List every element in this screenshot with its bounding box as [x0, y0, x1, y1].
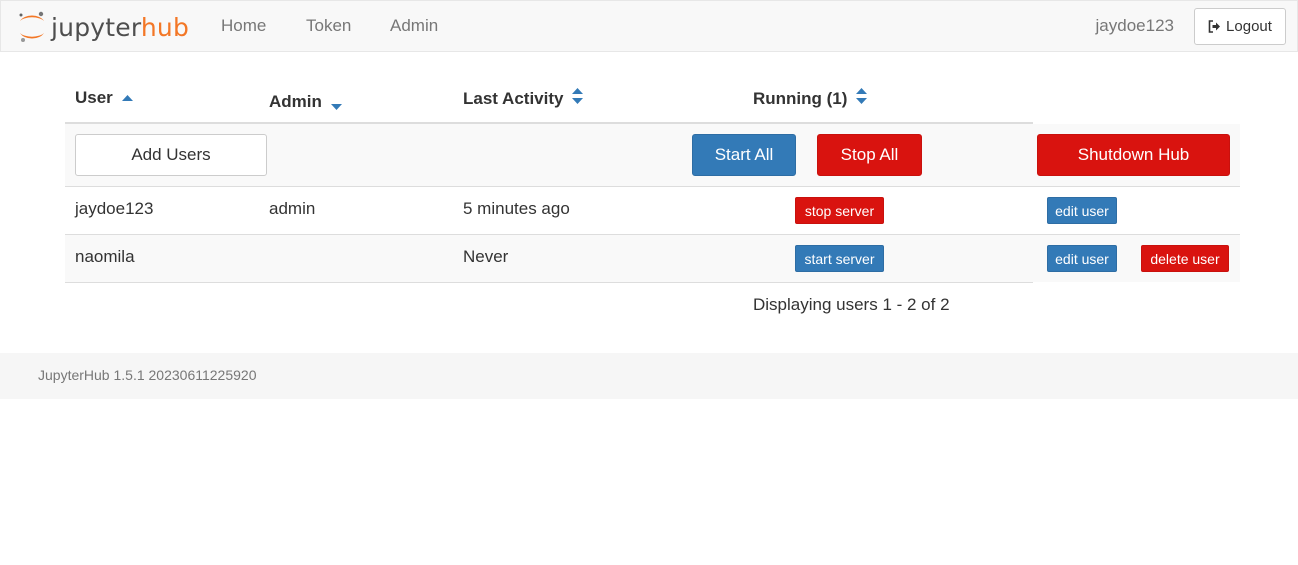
nav-link-admin[interactable]: Admin — [390, 16, 438, 36]
sort-both-icon — [572, 88, 584, 109]
last-activity-cell: Never — [463, 247, 509, 266]
last-activity-cell: 5 minutes ago — [463, 199, 570, 218]
column-header-admin-label: Admin — [269, 92, 322, 111]
sort-both-icon — [856, 88, 868, 109]
admin-cell: admin — [269, 199, 316, 218]
edit-user-button[interactable]: edit user — [1047, 245, 1117, 272]
brand-logo-link[interactable]: jupyterhub — [17, 9, 189, 45]
row-divider — [65, 282, 1033, 283]
column-header-user[interactable]: User — [75, 88, 133, 108]
edit-user-button[interactable]: edit user — [1047, 197, 1117, 224]
sort-up-icon — [121, 88, 133, 108]
pagination-status: Displaying users 1 - 2 of 2 — [753, 295, 950, 314]
logout-button[interactable]: Logout — [1194, 8, 1286, 45]
stop-all-button[interactable]: Stop All — [817, 134, 922, 176]
sort-down-icon — [330, 96, 342, 116]
brand-name-jupyter: jupyter — [51, 12, 141, 42]
version-text: JupyterHub 1.5.1 20230611225920 — [38, 367, 257, 383]
column-header-running-label: Running (1) — [753, 88, 848, 108]
user-name-cell: jaydoe123 — [75, 199, 154, 218]
column-header-running[interactable]: Running (1) — [753, 88, 868, 109]
footer: JupyterHub 1.5.1 20230611225920 — [0, 353, 1298, 399]
stop-server-button[interactable]: stop server — [795, 197, 884, 224]
add-users-button[interactable]: Add Users — [75, 134, 267, 176]
nav-username: jaydoe123 — [1095, 16, 1174, 35]
delete-user-button[interactable]: delete user — [1141, 245, 1229, 272]
column-header-last-activity[interactable]: Last Activity — [463, 88, 584, 109]
column-header-last-activity-label: Last Activity — [463, 88, 564, 108]
nav-link-home[interactable]: Home — [221, 16, 266, 36]
sign-out-icon — [1208, 20, 1221, 33]
brand-wordmark: jupyterhub — [51, 13, 189, 42]
column-header-admin[interactable]: Admin — [269, 88, 342, 116]
navbar: jupyterhub Home Token Admin jaydoe123 Lo… — [0, 0, 1298, 52]
column-header-user-label: User — [75, 88, 113, 107]
user-name-cell: naomila — [75, 247, 135, 266]
start-all-button[interactable]: Start All — [692, 134, 796, 176]
logout-label: Logout — [1226, 18, 1272, 35]
nav-link-token[interactable]: Token — [306, 16, 351, 36]
brand-name-hub: hub — [140, 12, 190, 42]
start-server-button[interactable]: start server — [795, 245, 884, 272]
row-divider — [65, 186, 1240, 187]
jupyter-logo-icon — [17, 10, 47, 44]
shutdown-hub-button[interactable]: Shutdown Hub — [1037, 134, 1230, 176]
